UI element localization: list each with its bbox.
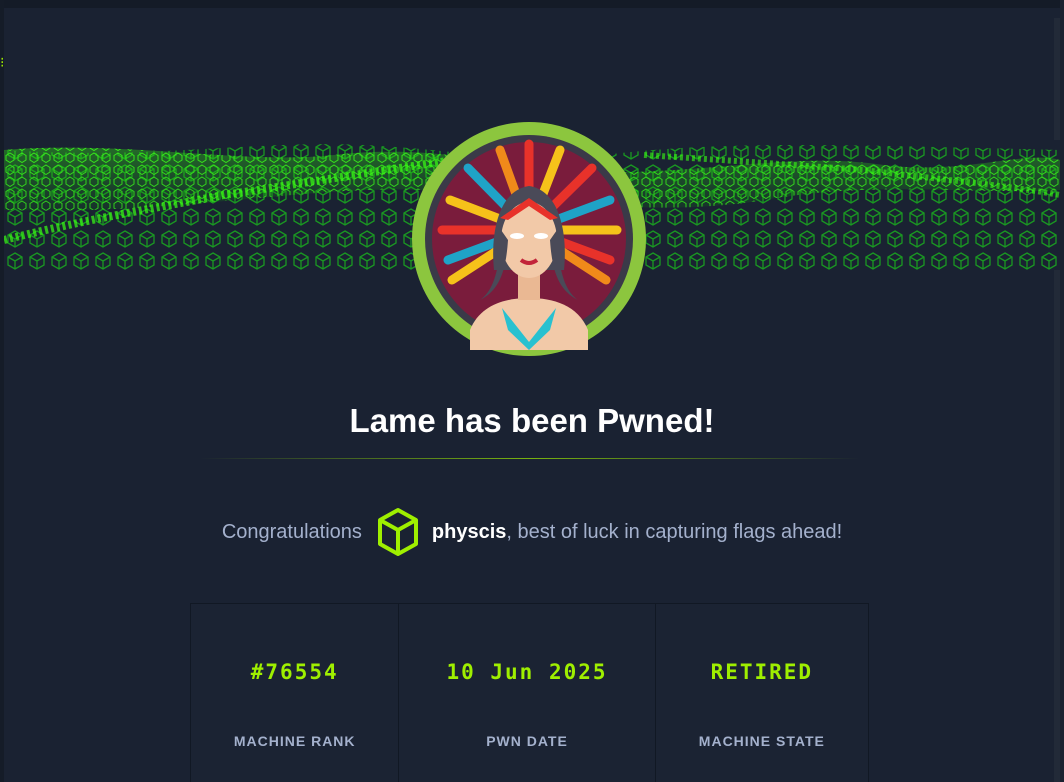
congrats-suffix: , best of luck in capturing flags ahead! (506, 520, 843, 543)
scrollbar[interactable] (1054, 18, 1060, 782)
title-divider (200, 458, 860, 459)
machine-avatar-icon (412, 122, 646, 356)
stat-machine-rank: #76554 MACHINE RANK (191, 604, 400, 782)
congrats-message: Congratulations physcis , best of luck i… (4, 506, 1060, 558)
stat-value: #76554 (250, 660, 339, 684)
username-link[interactable]: physcis (432, 521, 506, 544)
stat-pwn-date: 10 Jun 2025 PWN DATE (399, 604, 656, 782)
user-cube-icon (377, 508, 418, 556)
stat-value: 10 Jun 2025 (446, 660, 608, 684)
stat-machine-state: RETIRED MACHINE STATE (656, 604, 868, 782)
machine-avatar (410, 120, 648, 358)
stat-label: MACHINE RANK (233, 733, 356, 749)
pwned-title: Lame has been Pwned! (349, 402, 715, 439)
stats-panel: #76554 MACHINE RANK 10 Jun 2025 PWN DATE… (190, 603, 869, 782)
stat-label: PWN DATE (486, 733, 568, 749)
stat-value: RETIRED (710, 660, 814, 684)
modal-top-strip (4, 0, 1060, 8)
congrats-prefix: Congratulations (221, 520, 362, 543)
pwned-modal: Lame has been Pwned! Congratulations phy… (4, 0, 1060, 782)
stat-label: MACHINE STATE (698, 733, 825, 749)
